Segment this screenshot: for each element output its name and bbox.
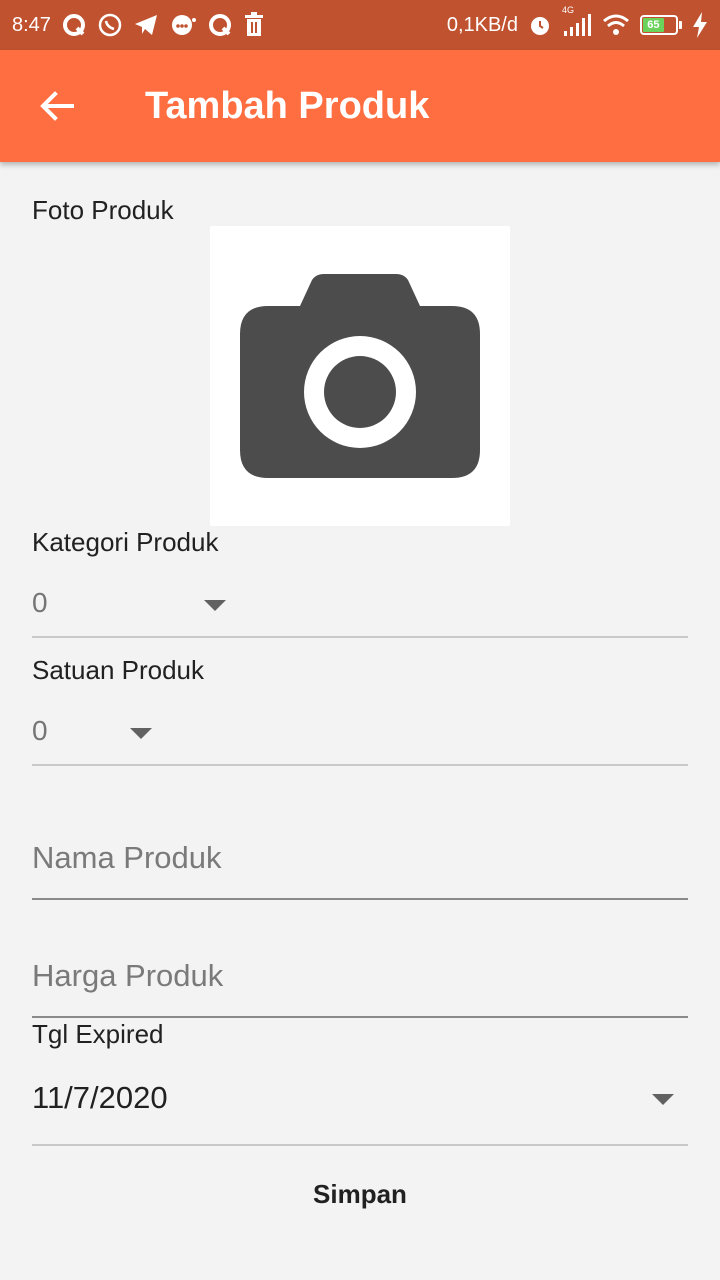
dropdown-arrow-icon [204, 600, 226, 611]
unit-dropdown[interactable]: 0 [32, 696, 688, 766]
status-bar-right: 0,1KB/d 4G 65 [446, 5, 708, 38]
q-app-icon [207, 12, 233, 38]
unit-value: 0 [32, 715, 48, 746]
battery-icon: 65 [640, 15, 682, 35]
dropdown-arrow-icon [130, 728, 152, 739]
expired-date-value: 11/7/2020 [32, 1080, 168, 1115]
battery-level: 65 [643, 18, 664, 32]
category-value: 0 [32, 587, 48, 618]
product-name-field [32, 820, 688, 900]
delete-icon [243, 12, 265, 38]
unit-label: Satuan Produk [32, 655, 205, 685]
charging-icon [692, 12, 708, 38]
save-button[interactable]: Simpan [260, 1166, 460, 1222]
app-bar: Tambah Produk [0, 50, 720, 162]
camera-icon [240, 274, 480, 478]
photo-picker[interactable] [210, 226, 510, 526]
telegram-icon [133, 12, 159, 38]
network-speed: 0,1KB/d [446, 13, 518, 36]
status-bar: 8:47 0,1KB/d 4G 65 [0, 0, 720, 50]
product-price-input[interactable] [32, 954, 688, 998]
category-label: Kategori Produk [32, 527, 219, 557]
category-dropdown[interactable]: 0 [32, 568, 688, 638]
signal-icon: 4G [562, 5, 592, 37]
page-title: Tambah Produk [145, 85, 430, 127]
back-button[interactable] [36, 88, 76, 124]
wifi-icon [602, 13, 630, 37]
expired-date-picker[interactable]: 11/7/2020 [32, 1064, 688, 1146]
status-time: 8:47 [12, 13, 51, 36]
alarm-icon [528, 13, 552, 37]
q-app-icon [61, 12, 87, 38]
whatsapp-icon [97, 12, 123, 38]
network-type-label: 4G [562, 5, 575, 15]
messenger-icon [169, 12, 197, 38]
product-price-field [32, 938, 688, 1018]
product-name-input[interactable] [32, 836, 688, 880]
arrow-back-icon [40, 91, 74, 121]
dropdown-arrow-icon [652, 1094, 674, 1105]
expired-date-label: Tgl Expired [32, 1019, 164, 1049]
photo-label: Foto Produk [32, 195, 174, 225]
status-bar-left: 8:47 [12, 12, 265, 38]
